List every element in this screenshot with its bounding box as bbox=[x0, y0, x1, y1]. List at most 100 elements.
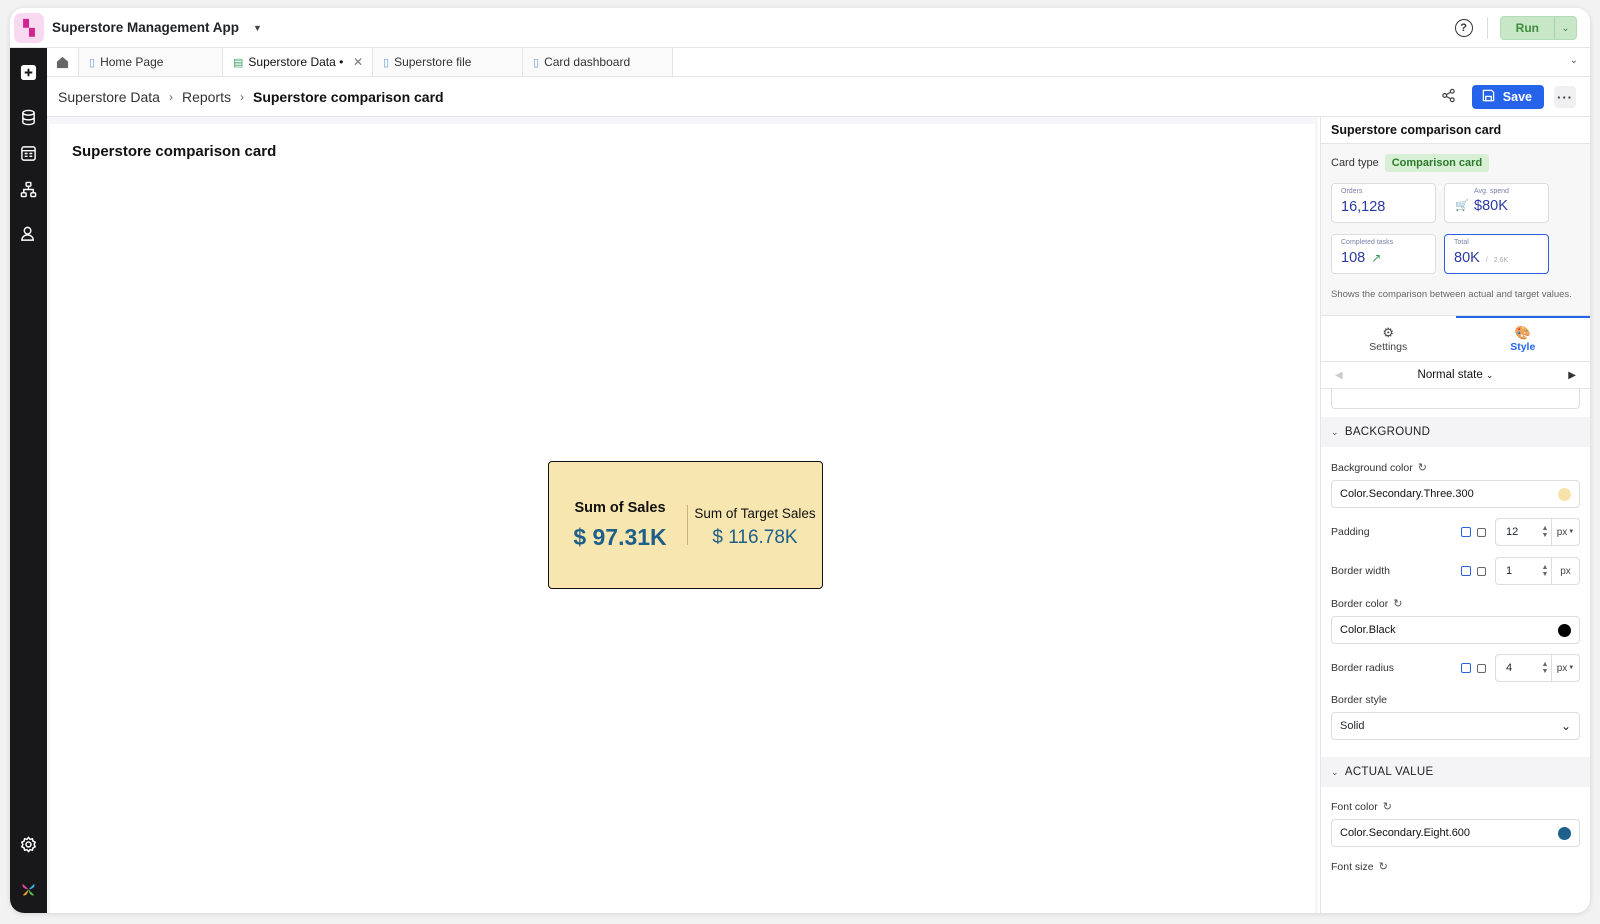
label-text: Font size bbox=[1331, 860, 1374, 873]
background-color-label: Background color ↻ bbox=[1321, 461, 1590, 475]
chevron-down-icon: ⌄ bbox=[1331, 766, 1339, 777]
chevron-down-icon: ⌄ bbox=[1560, 719, 1571, 733]
target-column: Sum of Target Sales $ 116.78K bbox=[688, 502, 822, 549]
kpi-subvalue: 2.6K bbox=[1493, 257, 1509, 264]
chevron-down-icon: ⌄ bbox=[1331, 426, 1339, 437]
reset-icon[interactable]: ↻ bbox=[1379, 860, 1388, 873]
stepper-icon[interactable]: ▲ ▼ bbox=[1539, 564, 1551, 578]
database-icon[interactable] bbox=[10, 99, 47, 135]
stepper-icon[interactable]: ▲ ▼ bbox=[1539, 661, 1551, 675]
color-swatch[interactable] bbox=[1558, 624, 1571, 637]
tab-superstore-data[interactable]: ▤ Superstore Data • ✕ bbox=[223, 48, 373, 76]
target-label: Sum of Target Sales bbox=[694, 505, 816, 521]
actual-value-section-header[interactable]: ⌄ ACTUAL VALUE bbox=[1321, 757, 1590, 787]
border-radius-label: Border radius bbox=[1331, 662, 1395, 674]
unit-dropdown[interactable]: px ▼ bbox=[1551, 655, 1579, 681]
kpi-preview-completed-tasks[interactable]: Completed tasks 108 ↗ bbox=[1331, 234, 1436, 274]
next-state-icon[interactable]: ▶ bbox=[1568, 370, 1576, 381]
background-section-header[interactable]: ⌄ BACKGROUND bbox=[1321, 417, 1590, 447]
page-title: Superstore comparison card bbox=[72, 143, 277, 160]
card-type-description: Shows the comparison between actual and … bbox=[1331, 289, 1572, 300]
breadcrumb-chevron-icon: › bbox=[168, 89, 173, 104]
link-corners-checkbox[interactable] bbox=[1461, 663, 1471, 673]
reset-icon[interactable]: ↻ bbox=[1383, 800, 1392, 813]
reset-icon[interactable]: ↻ bbox=[1418, 461, 1427, 474]
border-radius-row: Border radius 4 ▲ ▼ px ▼ bbox=[1321, 654, 1590, 682]
pages-icon[interactable] bbox=[10, 135, 47, 171]
breadcrumb-superstore-data[interactable]: Superstore Data bbox=[58, 89, 160, 105]
individual-sides-checkbox[interactable] bbox=[1477, 566, 1486, 576]
trend-up-icon: ↗ bbox=[1371, 251, 1382, 265]
unit-label: px bbox=[1556, 526, 1568, 538]
state-dropdown[interactable]: Normal state ⌄ bbox=[1418, 369, 1494, 381]
unit-label: px bbox=[1551, 558, 1579, 584]
field-value: Color.Black bbox=[1340, 624, 1396, 636]
actual-value: $ 97.31K bbox=[573, 523, 667, 550]
kpi-preview-orders[interactable]: Orders 16,128 bbox=[1331, 183, 1436, 223]
link-sides-checkbox[interactable] bbox=[1461, 527, 1471, 537]
previous-field-stub bbox=[1331, 389, 1580, 409]
border-width-input[interactable]: 1 ▲ ▼ px bbox=[1495, 557, 1580, 585]
padding-input[interactable]: 12 ▲ ▼ px ▼ bbox=[1495, 518, 1580, 546]
border-style-dropdown[interactable]: Solid ⌄ bbox=[1331, 712, 1580, 740]
label-text: Font color bbox=[1331, 800, 1378, 813]
app-title[interactable]: Superstore Management App bbox=[52, 20, 239, 35]
individual-corners-checkbox[interactable] bbox=[1477, 663, 1486, 673]
card-type-options: Orders 16,128 🛒 Avg. spend $80K Complete… bbox=[1321, 172, 1590, 274]
cart-icon: 🛒 bbox=[1455, 200, 1469, 212]
breadcrumb-chevron-icon: › bbox=[239, 89, 244, 104]
kpi-preview-total-comparison[interactable]: Total 80K/2.6K bbox=[1444, 234, 1549, 274]
app-menu-caret-icon[interactable]: ▼ bbox=[253, 23, 262, 33]
chevron-down-icon: ⌄ bbox=[1485, 370, 1494, 380]
app-logo-icon[interactable]: ▚ bbox=[14, 12, 44, 43]
breadcrumb: Superstore Data › Reports › Superstore c… bbox=[47, 77, 1590, 117]
border-color-label: Border color ↻ bbox=[1321, 597, 1590, 611]
kpi-preview-avg-spend[interactable]: 🛒 Avg. spend $80K bbox=[1444, 183, 1549, 223]
canvas-page: Superstore comparison card Sum of Sales … bbox=[50, 124, 1315, 913]
card-type-label: Card type bbox=[1331, 157, 1379, 169]
unit-dropdown[interactable]: px ▼ bbox=[1551, 519, 1579, 545]
add-new-icon[interactable] bbox=[10, 54, 47, 90]
selected-value: Solid bbox=[1340, 720, 1365, 732]
workflows-icon[interactable] bbox=[10, 171, 47, 207]
tab-card-dashboard[interactable]: ▯ Card dashboard bbox=[523, 48, 673, 76]
tabs-overflow-chevron-icon[interactable]: ⌄ bbox=[1570, 55, 1578, 66]
reset-icon[interactable]: ↻ bbox=[1393, 597, 1402, 610]
border-radius-input[interactable]: 4 ▲ ▼ px ▼ bbox=[1495, 654, 1580, 682]
settings-gear-icon[interactable] bbox=[10, 826, 47, 862]
home-icon[interactable] bbox=[47, 48, 79, 76]
actual-label: Sum of Sales bbox=[574, 499, 666, 516]
border-color-field[interactable]: Color.Black bbox=[1331, 616, 1580, 644]
individual-sides-checkbox[interactable] bbox=[1477, 527, 1486, 537]
close-tab-icon[interactable]: ✕ bbox=[353, 55, 363, 69]
state-selector: ◀ Normal state ⌄ ▶ bbox=[1321, 361, 1590, 389]
more-options-icon[interactable]: ··· bbox=[1554, 86, 1576, 108]
share-icon[interactable] bbox=[1441, 88, 1456, 106]
users-icon[interactable] bbox=[10, 215, 47, 251]
tab-style[interactable]: 🎨 Style bbox=[1455, 316, 1590, 361]
stepper-icon[interactable]: ▲ ▼ bbox=[1539, 525, 1551, 539]
kpi-label: Avg. spend bbox=[1474, 188, 1509, 195]
breadcrumb-current: Superstore comparison card bbox=[252, 88, 444, 105]
kpi-label: Total bbox=[1454, 239, 1469, 246]
border-width-label: Border width bbox=[1331, 565, 1390, 577]
background-color-field[interactable]: Color.Secondary.Three.300 bbox=[1331, 480, 1580, 508]
run-options-chevron-icon[interactable]: ⌄ bbox=[1554, 17, 1576, 39]
tab-settings-label: Settings bbox=[1369, 341, 1408, 353]
run-button[interactable]: Run bbox=[1501, 17, 1554, 39]
label-text: Background color bbox=[1331, 461, 1413, 474]
tab-home-page[interactable]: ▯ Home Page bbox=[79, 48, 223, 76]
color-swatch[interactable] bbox=[1558, 488, 1571, 501]
save-button[interactable]: Save bbox=[1471, 85, 1544, 109]
font-color-field[interactable]: Color.Secondary.Eight.600 bbox=[1331, 819, 1580, 847]
unit-label: px bbox=[1556, 662, 1568, 674]
actual-column: Sum of Sales $ 97.31K bbox=[549, 500, 687, 551]
comparison-card[interactable]: Sum of Sales $ 97.31K Sum of Target Sale… bbox=[548, 461, 823, 589]
help-icon[interactable]: ? bbox=[1454, 19, 1473, 37]
tab-superstore-file[interactable]: ▯ Superstore file bbox=[373, 48, 523, 76]
tab-settings[interactable]: ⚙ Settings bbox=[1321, 316, 1456, 361]
link-sides-checkbox[interactable] bbox=[1461, 566, 1471, 576]
color-swatch[interactable] bbox=[1558, 827, 1571, 840]
previous-state-icon[interactable]: ◀ bbox=[1335, 370, 1343, 381]
breadcrumb-reports[interactable]: Reports bbox=[182, 89, 231, 105]
